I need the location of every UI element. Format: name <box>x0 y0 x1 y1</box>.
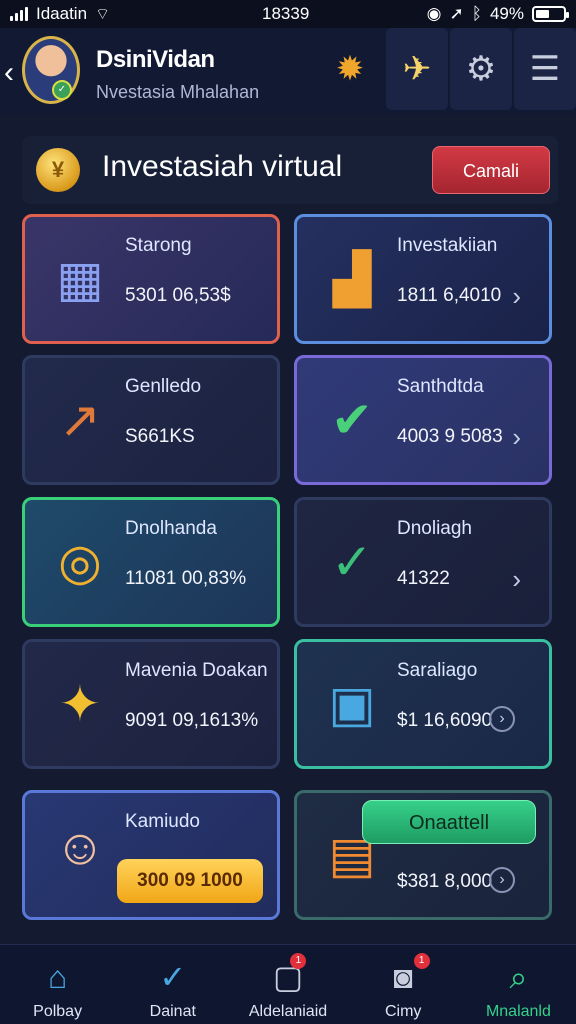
tablet-check-icon: ▣ <box>328 676 376 732</box>
tab-label: Aldelaniaid <box>248 1003 328 1020</box>
coin-icon: ¥ <box>36 148 80 192</box>
card-title: Investakiian <box>397 235 498 256</box>
trophy-icon: ✦ <box>59 676 101 732</box>
location-icon: ◉ <box>426 4 442 23</box>
tab-polbay[interactable]: ⌂ Polbay <box>0 945 115 1024</box>
battery-icon <box>532 6 569 22</box>
settings-button[interactable]: ⚙ <box>450 28 512 110</box>
card-action-button[interactable]: Onaattell <box>362 800 536 844</box>
amount-pill[interactable]: 300 09 1000 <box>117 859 263 903</box>
growth-chart-icon: ↗ <box>59 392 101 448</box>
card-title: Santhdtda <box>397 376 484 397</box>
status-bar: Idaatin ⌔ 18339 ◉ ➚ ᛒ 49% <box>0 0 576 28</box>
card-santhdtda[interactable]: ✔ Santhdtda 4003 9 5083 › <box>294 355 552 485</box>
carrier-name: Idaatin <box>36 4 88 23</box>
tab-cimy[interactable]: ◙ 1 Cimy <box>346 945 461 1024</box>
chevron-right-icon[interactable]: › <box>512 422 521 453</box>
card-saraliago[interactable]: ▣ Saraliago $1 16,6090 › <box>294 639 552 769</box>
card-mavenia-doakan[interactable]: ✦ Mavenia Doakan 9091 09,1613% <box>22 639 280 769</box>
tab-mnalanld[interactable]: ⌕ Mnalanld <box>461 945 576 1024</box>
gear-icon: ⚙ <box>465 50 497 88</box>
tab-dainat[interactable]: ✓ Dainat <box>115 945 230 1024</box>
chevron-right-icon[interactable]: › <box>489 867 515 893</box>
card-value: $381 8,000 <box>397 871 493 892</box>
app-header: ‹ ✓ DsiniVidan Nvestasia Mhalahan ✹ ✈ ⚙ … <box>0 28 576 114</box>
tab-label: Cimy <box>384 1003 422 1020</box>
document-icon: ▢ <box>272 959 304 995</box>
card-title: Kamiudo <box>125 811 200 832</box>
bluetooth-icon: ᛒ <box>471 4 482 23</box>
award-icon: ✹ <box>335 50 365 88</box>
card-investakiian[interactable]: ▟ Investakiian 1811 6,4010 › <box>294 214 552 344</box>
menu-icon: ☰ <box>529 50 561 88</box>
chevron-right-icon[interactable]: › <box>512 281 521 312</box>
card-value: $1 16,6090 <box>397 710 493 731</box>
card-value: 11081 00,83% <box>125 568 247 589</box>
person-icon: ☺ <box>54 819 106 875</box>
card-value: 1811 6,4010 <box>397 285 502 306</box>
banner-title: Investasiah virtual <box>102 150 343 183</box>
back-chevron-icon[interactable]: ‹ <box>0 56 18 90</box>
rocket-icon: ✈ <box>402 50 432 88</box>
tab-aldelaniaid[interactable]: ▢ 1 Aldelaniaid <box>230 945 345 1024</box>
tab-label: Mnalanld <box>485 1003 551 1020</box>
card-kamiudo[interactable]: ☺ Kamiudo 300 09 1000 <box>22 790 280 920</box>
check-icon: ✓ <box>159 959 187 995</box>
user-name: DsiniVidan <box>96 46 215 73</box>
battery-percent: 49% <box>489 4 524 23</box>
bottom-tab-bar: ⌂ Polbay ✓ Dainat ▢ 1 Aldelaniaid ◙ 1 Ci… <box>0 944 576 1024</box>
card-title: Starong <box>125 235 192 256</box>
wifi-icon: ⌔ <box>95 6 111 23</box>
navigation-icon: ➚ <box>449 4 464 23</box>
banner-button[interactable]: Camali <box>432 146 550 194</box>
card-dnoliagh[interactable]: ✓ Dnoliagh 41322 › <box>294 497 552 627</box>
card-value: S661KS <box>125 426 195 447</box>
card-value: 5301 06,53$ <box>125 285 231 306</box>
avatar-badge-icon: ✓ <box>52 80 72 100</box>
shield-check-icon: ✔ <box>331 392 373 448</box>
avatar[interactable] <box>22 36 80 104</box>
server-icon: ▦ <box>56 251 104 307</box>
award-button[interactable]: ✹ <box>318 28 382 110</box>
tab-label: Dainat <box>149 1003 196 1020</box>
card-value: 41322 <box>397 568 450 589</box>
card-title: Dnolhanda <box>125 518 217 539</box>
card-dnolhanda[interactable]: ◎ Dnolhanda 11081 00,83% <box>22 497 280 627</box>
home-icon: ⌂ <box>47 959 68 995</box>
bar-chart-icon: ▟ <box>332 251 372 307</box>
card-value: 4003 9 5083 <box>397 426 503 447</box>
menu-button[interactable]: ☰ <box>514 28 576 110</box>
card-title: Dnoliagh <box>397 518 472 539</box>
card-title: Genlledo <box>125 376 202 397</box>
chevron-right-icon[interactable]: › <box>512 564 521 595</box>
search-icon: ⌕ <box>509 959 528 995</box>
rocket-button[interactable]: ✈ <box>386 28 448 110</box>
card-genlledo[interactable]: ↗ Genlledo S661KS <box>22 355 280 485</box>
tab-label: Polbay <box>33 1003 83 1020</box>
document-search-icon: ◎ <box>58 534 102 590</box>
camera-icon: ◙ <box>393 959 413 995</box>
user-subtitle: Nvestasia Mhalahan <box>96 82 260 102</box>
signal-icon <box>10 7 28 21</box>
notification-badge: 1 <box>413 953 430 969</box>
card-starong[interactable]: ▦ Starong 5301 06,53$ <box>22 214 280 344</box>
card-title: Mavenia Doakan <box>125 660 268 681</box>
card-title: Saraliago <box>397 660 478 681</box>
virtual-investment-banner: ¥ Investasiah virtual Camali <box>22 136 558 204</box>
card-value: 9091 09,1613% <box>125 710 259 731</box>
chevron-right-icon[interactable]: › <box>489 706 515 732</box>
clock: 18339 <box>262 4 310 23</box>
shield-check-icon: ✓ <box>331 534 373 590</box>
